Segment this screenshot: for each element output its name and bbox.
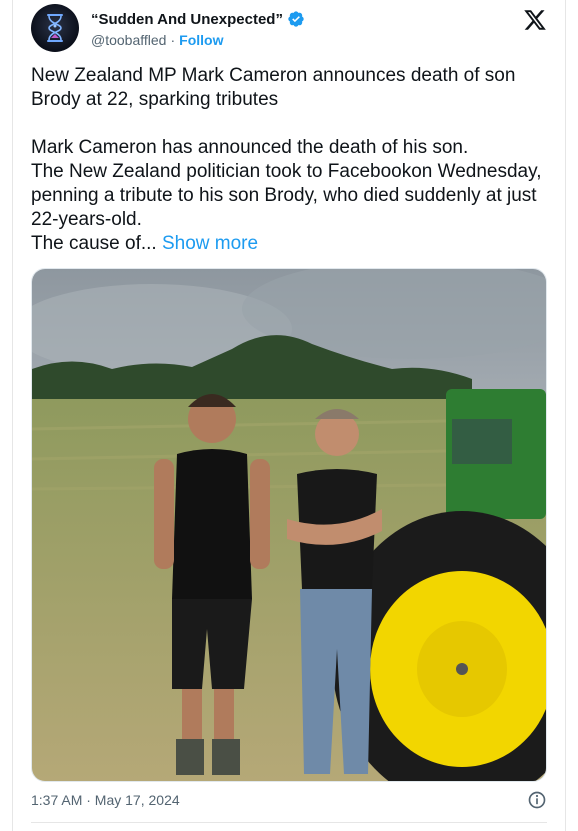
- avatar[interactable]: [31, 4, 79, 52]
- follow-button[interactable]: Follow: [179, 32, 223, 48]
- handle-row: @toobaffled · Follow: [91, 32, 223, 48]
- handle[interactable]: @toobaffled: [91, 32, 166, 48]
- tweet-body-line-3: The cause of... Show more: [31, 232, 551, 256]
- info-icon[interactable]: [527, 790, 547, 810]
- photo-image: [32, 269, 546, 781]
- tweet-text: New Zealand MP Mark Cameron announces de…: [31, 64, 551, 256]
- name-row: “Sudden And Unexpected”: [91, 10, 305, 28]
- tweet-headline: New Zealand MP Mark Cameron announces de…: [31, 65, 516, 110]
- tweet-photo[interactable]: [31, 268, 547, 782]
- x-logo-icon[interactable]: [523, 8, 547, 32]
- tweet-card: “Sudden And Unexpected” @toobaffled · Foll…: [12, 0, 566, 831]
- tweet-body-line-1: Mark Cameron has announced the death of …: [31, 137, 469, 158]
- divider: [31, 822, 547, 823]
- separator: ·: [170, 32, 176, 48]
- tweet-header: “Sudden And Unexpected” @toobaffled · Foll…: [31, 4, 547, 52]
- hourglass-icon: [47, 14, 63, 42]
- truncated-text: The cause of...: [31, 233, 157, 254]
- tweet-body-line-2: The New Zealand politician took to Faceb…: [31, 161, 542, 230]
- verified-badge-icon: [288, 11, 304, 27]
- tweet-timestamp[interactable]: 1:37 AM · May 17, 2024: [31, 792, 180, 808]
- show-more-link[interactable]: Show more: [162, 233, 258, 254]
- display-name[interactable]: “Sudden And Unexpected”: [91, 11, 283, 28]
